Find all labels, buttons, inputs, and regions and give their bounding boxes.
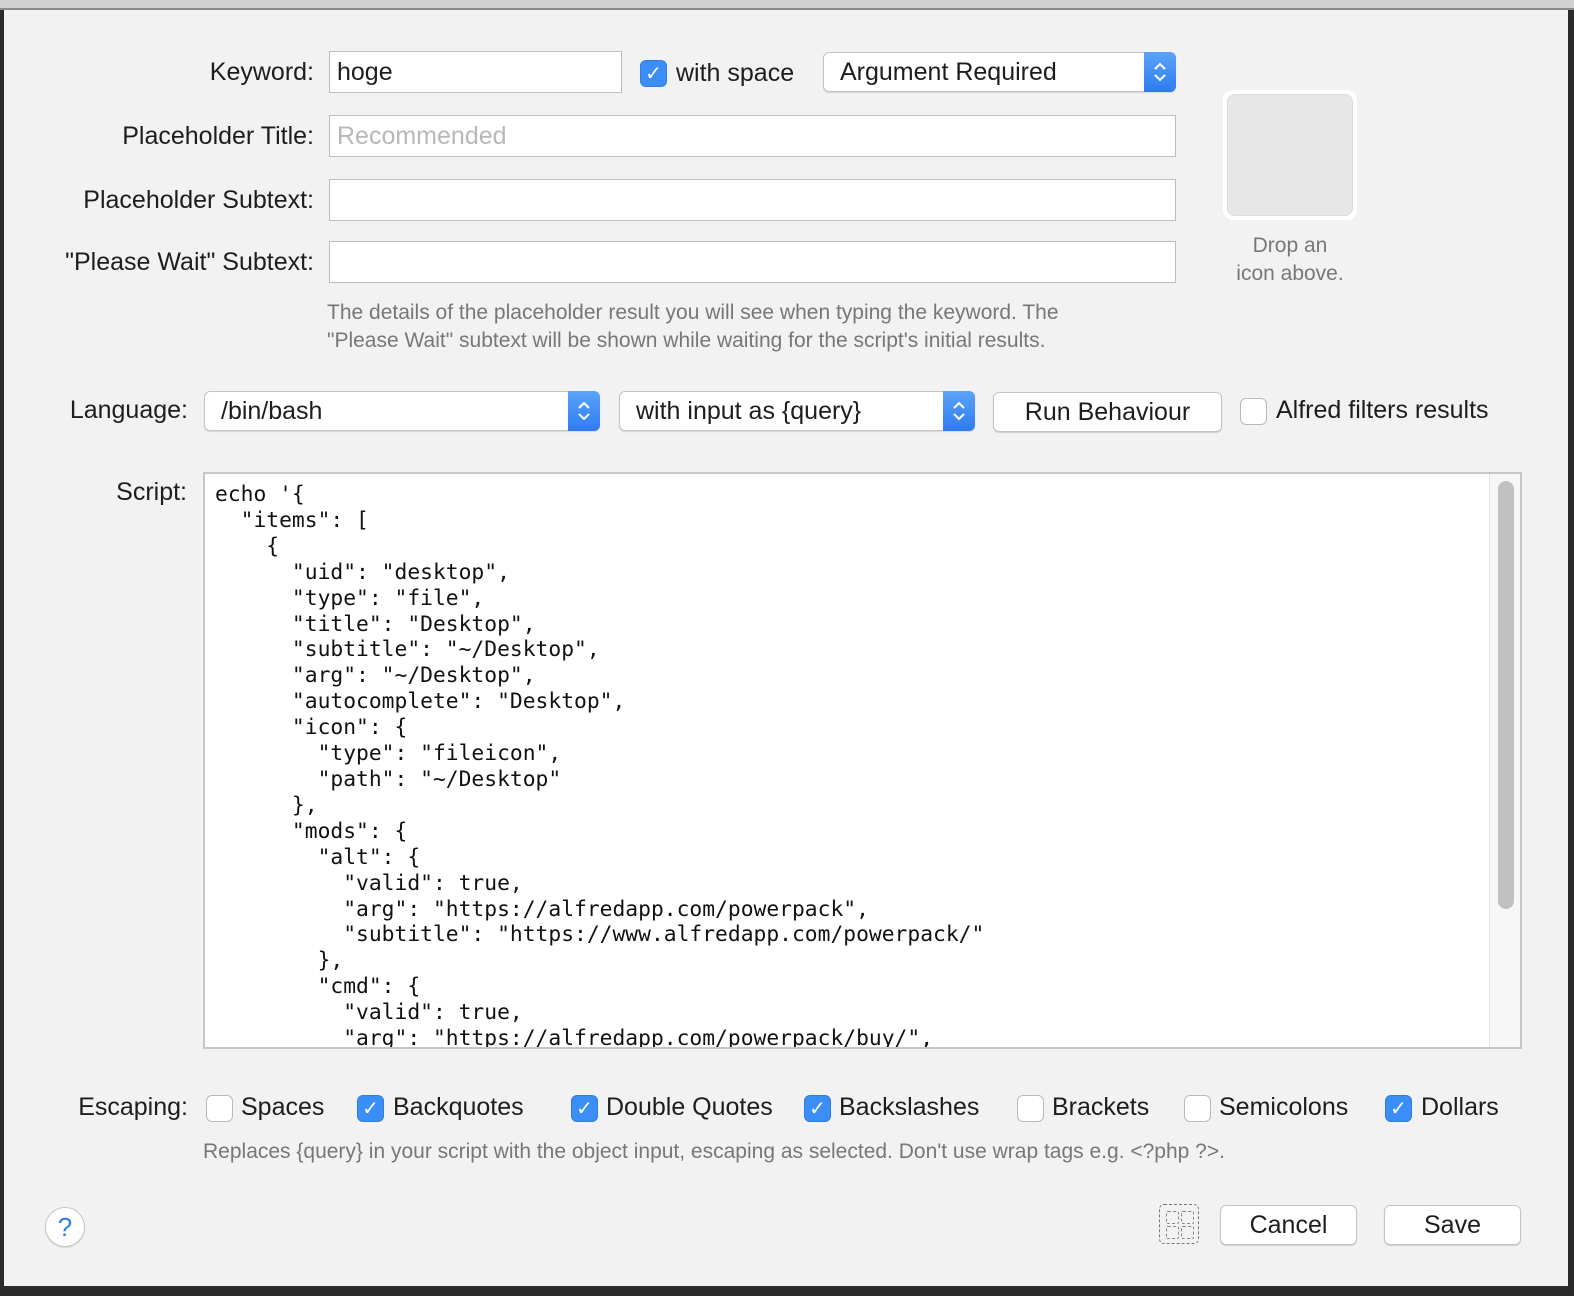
language-label: Language: [69,396,188,424]
please-wait-subtext-label: "Please Wait" Subtext: [65,248,314,276]
escape-dollars-label: Dollars [1421,1093,1499,1121]
escape-backslashes-checkbox[interactable]: ✓ [804,1095,831,1122]
layout-grid-icon[interactable] [1159,1204,1199,1244]
up-down-chevron-icon [1144,52,1176,92]
icon-placeholder [1227,94,1353,216]
escape-backquotes-checkbox[interactable]: ✓ [357,1095,384,1122]
up-down-chevron-icon [568,391,600,431]
placeholder-title-input[interactable]: Recommended [329,115,1176,157]
checkmark-icon: ✓ [809,1098,826,1120]
with-space-label: with space [676,59,795,87]
script-filter-dialog: Keyword: hoge ✓ with space Argument Requ… [4,10,1568,1286]
placeholder-help-line-1: The details of the placeholder result yo… [327,301,1059,324]
script-scrollbar-thumb[interactable] [1498,481,1514,909]
argument-mode-select[interactable]: Argument Required [823,52,1176,92]
alfred-filters-results-checkbox[interactable] [1240,398,1267,425]
title-bar-edge [0,0,1574,10]
escape-spaces-checkbox[interactable] [206,1095,233,1122]
up-down-chevron-icon [943,391,975,431]
placeholder-subtext-input[interactable] [329,179,1176,221]
escaping-label: Escaping: [78,1093,188,1121]
keyword-label: Keyword: [209,58,314,86]
escape-semicolons-checkbox[interactable] [1184,1095,1211,1122]
checkmark-icon: ✓ [1390,1098,1407,1120]
script-scrollbar[interactable] [1489,474,1520,1047]
escape-backslashes-label: Backslashes [839,1093,980,1121]
with-space-checkbox[interactable]: ✓ [640,60,667,87]
please-wait-subtext-input[interactable] [329,241,1176,283]
escape-double-quotes-label: Double Quotes [606,1093,773,1121]
keyword-input[interactable]: hoge [329,51,622,93]
run-behaviour-button[interactable]: Run Behaviour [993,392,1222,432]
input-mode-value: with input as {query} [636,397,862,425]
argument-mode-value: Argument Required [840,58,1057,86]
escape-brackets-label: Brackets [1052,1093,1150,1121]
escape-dollars-checkbox[interactable]: ✓ [1385,1095,1412,1122]
question-mark-icon: ? [57,1212,73,1242]
save-button[interactable]: Save [1384,1205,1521,1245]
help-button[interactable]: ? [45,1207,85,1247]
escaping-help-text: Replaces {query} in your script with the… [203,1140,1225,1163]
icon-drop-well[interactable] [1223,90,1357,220]
escape-double-quotes-checkbox[interactable]: ✓ [571,1095,598,1122]
script-content[interactable]: echo '{ "items": [ { "uid": "desktop", "… [215,482,984,1047]
icon-hint-line-1: Drop an [1252,234,1328,257]
checkmark-icon: ✓ [576,1098,593,1120]
checkmark-icon: ✓ [645,63,662,85]
placeholder-subtext-label: Placeholder Subtext: [83,186,314,214]
script-editor[interactable]: echo '{ "items": [ { "uid": "desktop", "… [203,472,1522,1049]
checkmark-icon: ✓ [362,1098,379,1120]
icon-drop-hint: Drop an icon above. [1210,232,1370,288]
placeholder-help-line-2: "Please Wait" subtext will be shown whil… [327,329,1046,352]
escape-brackets-checkbox[interactable] [1017,1095,1044,1122]
cancel-button[interactable]: Cancel [1220,1205,1357,1245]
alfred-filters-results-label: Alfred filters results [1276,396,1489,424]
script-label: Script: [116,478,187,506]
escape-semicolons-label: Semicolons [1219,1093,1349,1121]
placeholder-title-label: Placeholder Title: [122,122,314,150]
input-mode-select[interactable]: with input as {query} [619,391,975,431]
icon-hint-line-2: icon above. [1236,262,1344,285]
language-select[interactable]: /bin/bash [204,391,600,431]
escape-backquotes-label: Backquotes [393,1093,524,1121]
escape-spaces-label: Spaces [241,1093,325,1121]
window-bottom-edge [0,1286,1574,1296]
language-value: /bin/bash [221,397,323,425]
